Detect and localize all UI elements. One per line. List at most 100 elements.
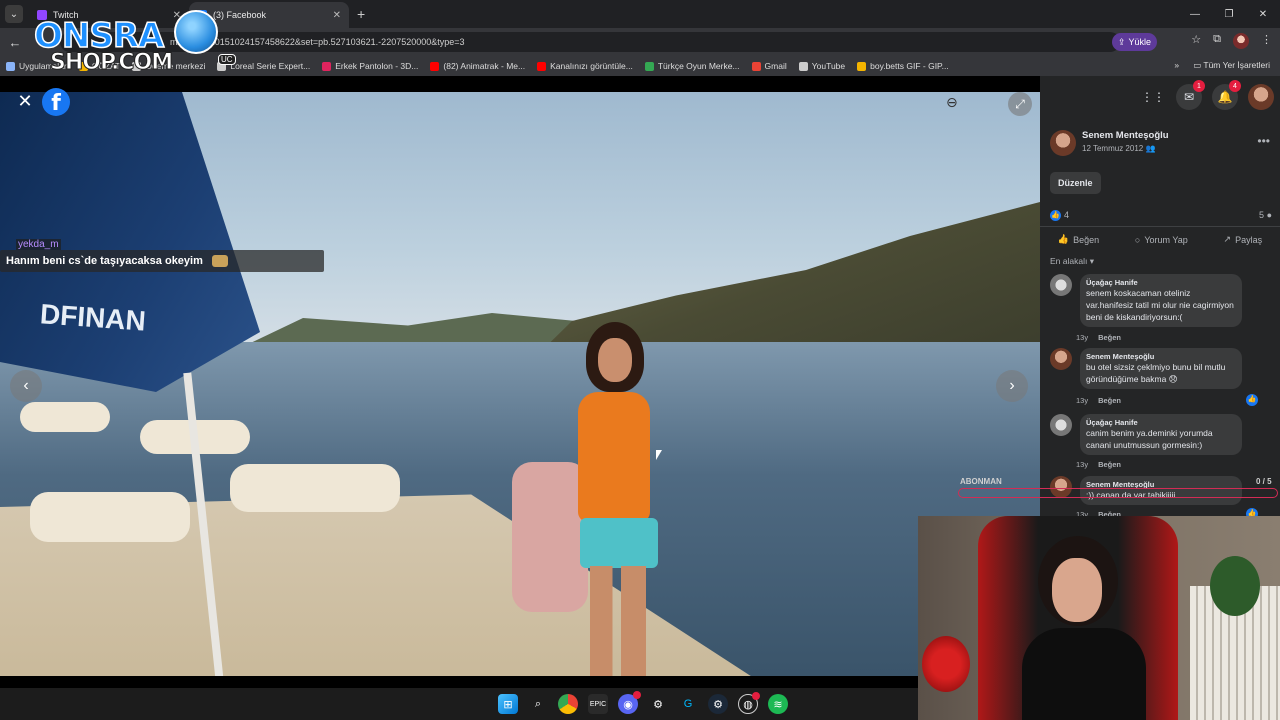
taskbar-icons: ⊞ ⌕ EPIC ◉ ⚙ G ⚙ ◍ ≋ bbox=[498, 691, 788, 714]
comment-sort[interactable]: En alakalı ▾ bbox=[1050, 256, 1094, 267]
bookmark-item[interactable]: (82) Animatrak - Me... bbox=[430, 61, 525, 71]
obs-icon[interactable]: ◍ bbox=[738, 692, 760, 714]
bookmark-item[interactable]: Erkek Pantolon - 3D... bbox=[322, 61, 418, 71]
next-photo-button[interactable]: › bbox=[996, 370, 1028, 402]
webcam-plant bbox=[1210, 556, 1260, 616]
folder-icon: ▭ bbox=[1193, 60, 1204, 70]
bookmark-item[interactable]: Türkçe Oyun Merke... bbox=[644, 61, 740, 71]
facebook-logo-icon[interactable]: f bbox=[42, 88, 70, 116]
reaction-count[interactable]: 4 bbox=[1064, 210, 1069, 220]
chrome-icon[interactable] bbox=[558, 694, 578, 714]
bookmark-favicon-icon bbox=[6, 61, 15, 71]
spotify-icon[interactable]: ≋ bbox=[768, 694, 788, 714]
notifications-icon[interactable]: 🔔 4 bbox=[1212, 80, 1241, 110]
comment-text: senem koskacaman oteliniz var.hanifesiz … bbox=[1086, 288, 1234, 322]
menu-icon[interactable]: ⋮ bbox=[1261, 33, 1272, 49]
epic-games-icon[interactable]: EPIC bbox=[588, 694, 608, 714]
bookmark-item[interactable]: Kanalınızı görüntüle... bbox=[537, 61, 633, 71]
photo-face bbox=[598, 338, 632, 382]
menu-grid-icon[interactable]: ⋮⋮ bbox=[1140, 84, 1166, 110]
bookmark-label: Uygulamalar bbox=[19, 61, 67, 71]
discord-icon[interactable]: ◉ bbox=[618, 691, 641, 714]
photo: DFINAN bbox=[0, 92, 1040, 676]
comment-button[interactable]: ○ Yorum Yap bbox=[1135, 235, 1188, 245]
author-avatar[interactable] bbox=[1050, 130, 1076, 156]
commenter-avatar[interactable] bbox=[1050, 414, 1072, 436]
subscription-goal-bar bbox=[958, 488, 1278, 498]
commenter-avatar[interactable] bbox=[1050, 274, 1072, 296]
settings-gear-icon[interactable]: ⚙ bbox=[648, 694, 668, 714]
photo-legs bbox=[590, 566, 646, 676]
profile-icon[interactable] bbox=[1233, 33, 1249, 49]
tab-search-button[interactable]: ⌄ bbox=[5, 5, 23, 23]
bookmark-item[interactable]: GÖZAT bbox=[78, 61, 120, 71]
photo-viewer: DFINAN ✕ f ⊖ ⤢ ‹ › bbox=[0, 76, 1040, 676]
previous-photo-button[interactable]: ‹ bbox=[10, 370, 42, 402]
share-button[interactable]: ↗ Paylaş bbox=[1224, 234, 1263, 245]
bookmark-favicon-icon bbox=[78, 61, 88, 71]
messenger-icon[interactable]: ✉ 1 bbox=[1176, 80, 1205, 110]
search-icon[interactable]: ⌕ bbox=[528, 694, 548, 714]
bookmark-item[interactable]: boy.betts GIF - GIP... bbox=[857, 61, 949, 71]
like-reaction-icon: 👍 bbox=[1050, 210, 1061, 222]
bookmark-star-icon[interactable]: ☆ bbox=[1191, 33, 1201, 49]
bookmark-item[interactable]: Loreal Serie Expert... bbox=[217, 61, 310, 71]
steam-icon[interactable]: ⚙ bbox=[708, 694, 728, 714]
extensions-icon[interactable]: ⧉ bbox=[1213, 33, 1221, 49]
windows-start-icon[interactable]: ⊞ bbox=[498, 694, 518, 714]
back-icon[interactable]: ← bbox=[4, 35, 26, 50]
comment-count[interactable]: 5 ● bbox=[1259, 210, 1272, 220]
upload-icon: ⇪ bbox=[1118, 36, 1126, 47]
subscription-goal-label: ABONMAN bbox=[960, 477, 1002, 486]
photo-cushion bbox=[30, 492, 190, 542]
bookmark-label: Erkek Pantolon - 3D... bbox=[335, 61, 419, 71]
like-button[interactable]: 👍 Beğen bbox=[1058, 234, 1099, 245]
taskbar: ⊞ ⌕ EPIC ◉ ⚙ G ⚙ ◍ ≋ bbox=[0, 688, 918, 720]
comment-like-link[interactable]: Beğen bbox=[1098, 333, 1121, 342]
minimize-icon[interactable]: — bbox=[1178, 0, 1212, 28]
post-author[interactable]: Senem Menteşoğlu bbox=[1082, 130, 1169, 141]
commenter-name[interactable]: Üçağaç Hanife bbox=[1086, 418, 1236, 427]
share-icon: ↗ bbox=[1223, 234, 1232, 244]
bookmark-item[interactable]: Uygulamalar bbox=[6, 61, 67, 71]
edit-button[interactable]: Düzenle bbox=[1050, 172, 1101, 194]
comment-like-link[interactable]: Beğen bbox=[1098, 460, 1121, 469]
restore-icon[interactable]: ❐ bbox=[1212, 0, 1246, 28]
bookmark-favicon-icon bbox=[857, 61, 867, 71]
post-stats: 👍 4 5 ● bbox=[1050, 210, 1272, 224]
chevron-right-icon[interactable]: » bbox=[1174, 60, 1179, 71]
bookmark-favicon-icon bbox=[644, 61, 654, 71]
bookmarks-bar: Uygulamalar GÖZAT Ödeme merkezi Loreal Seri… bbox=[0, 56, 1280, 76]
all-bookmarks-label[interactable]: ▭ Tüm Yer İşaretleri bbox=[1193, 60, 1270, 71]
tab-facebook[interactable]: (3) Facebook ✕ bbox=[189, 2, 349, 28]
tab-twitch[interactable]: Twitch ✕ bbox=[29, 2, 189, 28]
new-tab-icon[interactable]: + bbox=[357, 6, 365, 22]
close-tab-icon[interactable]: ✕ bbox=[173, 10, 181, 21]
fullscreen-icon[interactable]: ⤢ bbox=[1008, 92, 1032, 116]
all-bookmarks[interactable]: » ▭ Tüm Yer İşaretleri bbox=[1174, 60, 1270, 71]
bookmark-item[interactable]: Ödeme merkezi bbox=[132, 61, 205, 71]
comment-like-icon: 👍 bbox=[1246, 394, 1258, 406]
post-date[interactable]: 12 Temmuz 2012 👥 bbox=[1082, 144, 1155, 153]
commenter-name[interactable]: Üçağaç Hanife bbox=[1086, 278, 1236, 287]
profile-avatar[interactable] bbox=[1248, 84, 1274, 110]
tab-label: Twitch bbox=[53, 10, 79, 20]
webcam-person bbox=[1022, 536, 1146, 720]
close-window-icon[interactable]: ✕ bbox=[1246, 0, 1280, 28]
upload-button[interactable]: ⇪ Yükle bbox=[1112, 33, 1158, 51]
close-tab-icon[interactable]: ✕ bbox=[333, 10, 341, 21]
discord-badge-icon bbox=[633, 691, 641, 699]
close-icon[interactable]: ✕ bbox=[14, 90, 36, 112]
chat-username: yekda_m bbox=[16, 239, 61, 250]
url-field[interactable]: m/p...bid=10151024157458622&set=pb.52710… bbox=[60, 32, 1120, 52]
bookmark-item[interactable]: YouTube bbox=[798, 61, 845, 71]
mouse-cursor-icon bbox=[656, 450, 662, 460]
comment-like-link[interactable]: Beğen bbox=[1098, 396, 1121, 405]
comment-bubble-icon: ● bbox=[1266, 210, 1272, 220]
bookmark-item[interactable]: Gmail bbox=[751, 61, 787, 71]
logitech-icon[interactable]: G bbox=[678, 694, 698, 714]
more-options-icon[interactable]: ••• bbox=[1257, 134, 1270, 148]
zoom-icon[interactable]: ⊖ bbox=[946, 94, 958, 111]
commenter-name[interactable]: Senem Menteşoğlu bbox=[1086, 352, 1236, 361]
commenter-avatar[interactable] bbox=[1050, 348, 1072, 370]
